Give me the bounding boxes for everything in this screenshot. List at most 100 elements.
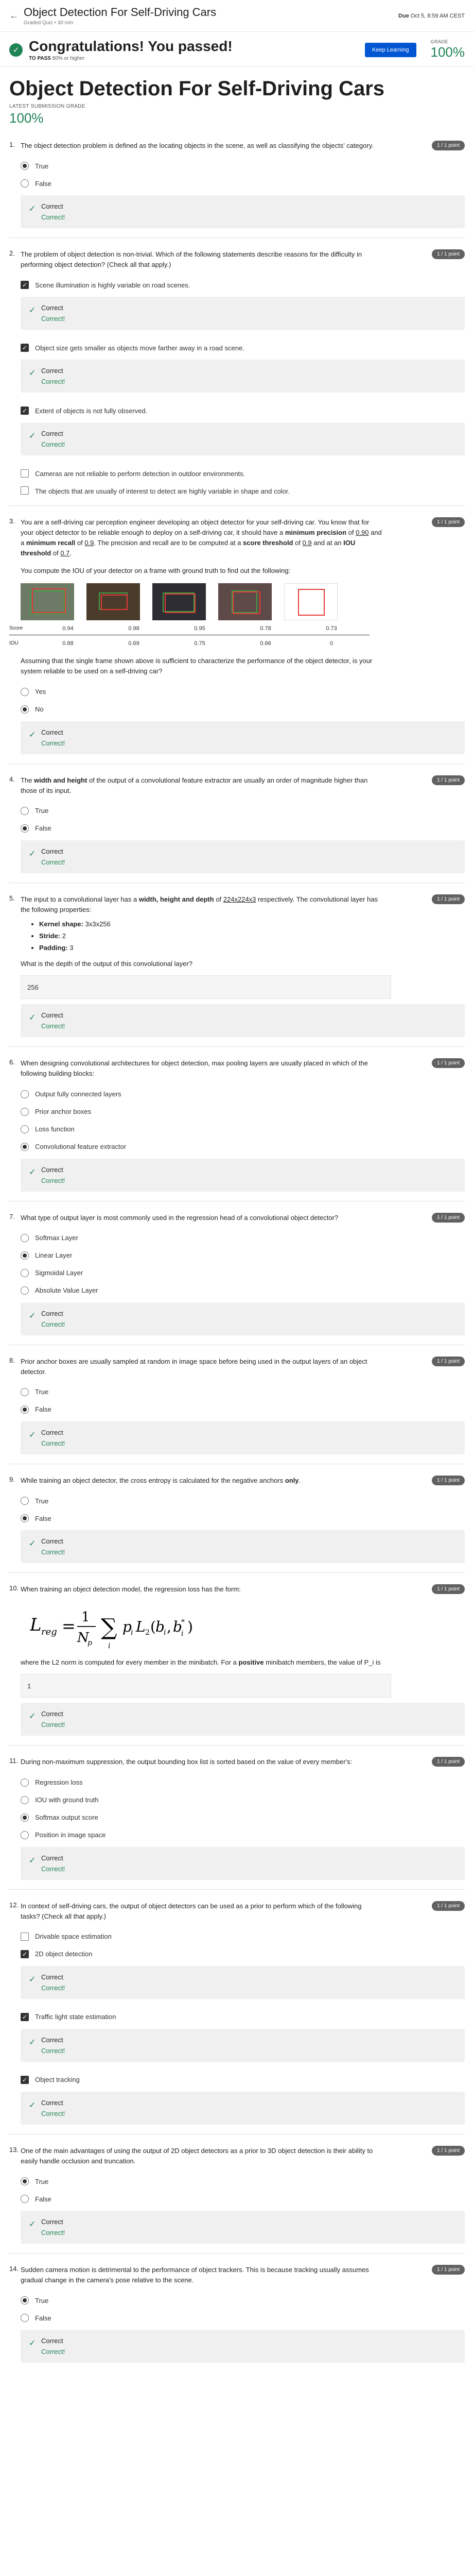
- option-true[interactable]: True: [21, 1383, 465, 1401]
- option-softmax-score[interactable]: Softmax output score: [21, 1809, 465, 1826]
- radio-selected-icon: [21, 1405, 29, 1414]
- option-2d-detection[interactable]: ✓ 2D object detection: [21, 1945, 465, 1963]
- score-table: Score 0.94 0.98 0.95 0.78 0.73: [9, 625, 337, 632]
- option-regression-loss[interactable]: Regression loss: [21, 1774, 465, 1791]
- question-11: 1 / 1 point 11. During non-maximum suppr…: [0, 1757, 474, 1880]
- svg-text:L: L: [135, 1618, 146, 1635]
- check-icon: ✓: [29, 369, 36, 378]
- option-fc-layers[interactable]: Output fully connected layers: [21, 1086, 465, 1103]
- feedback-correct: ✓ Correct Correct!: [21, 195, 465, 229]
- question-2: 1 / 1 point 2. The problem of object det…: [0, 249, 474, 505]
- radio-icon: [21, 1286, 29, 1295]
- option-object-tracking[interactable]: ✓ Object tracking: [21, 2071, 465, 2089]
- option-softmax[interactable]: Softmax Layer: [21, 1229, 465, 1247]
- option-linear[interactable]: Linear Layer: [21, 1247, 465, 1264]
- keep-learning-button[interactable]: Keep Learning: [364, 42, 416, 57]
- detection-frame-1: [21, 583, 74, 621]
- option-true[interactable]: True: [21, 2173, 465, 2190]
- option-yes[interactable]: Yes: [21, 683, 465, 701]
- feedback-correct: ✓ Correct Correct!: [21, 422, 465, 456]
- svg-text:*: *: [181, 1618, 185, 1626]
- option-false[interactable]: False: [21, 1401, 465, 1418]
- feedback-correct: ✓ Correct Correct!: [21, 1530, 465, 1564]
- svg-text:reg: reg: [41, 1626, 57, 1637]
- option-no[interactable]: No: [21, 701, 465, 718]
- loss-equation: L reg = 1 N p ∑ i p i L 2 ( b i , b * i …: [30, 1609, 193, 1650]
- feedback-correct: ✓ Correct Correct!: [21, 2028, 465, 2062]
- radio-icon: [21, 2314, 29, 2323]
- back-arrow-icon[interactable]: ←: [9, 10, 24, 21]
- option-extent[interactable]: ✓ Extent of objects is not fully observed…: [21, 402, 465, 419]
- points-badge: 1 / 1 point: [432, 1757, 465, 1767]
- conv-properties: Kernel shape: 3x3x256 Stride: 2 Padding:…: [39, 920, 382, 952]
- radio-selected-icon: [21, 824, 29, 833]
- radio-icon: [21, 1125, 29, 1133]
- checkbox-checked-icon: ✓: [21, 1950, 29, 1958]
- points-badge: 1 / 1 point: [432, 894, 465, 904]
- option-false[interactable]: False: [21, 2190, 465, 2208]
- svg-text:): ): [187, 1618, 193, 1635]
- check-icon: ✓: [29, 730, 36, 739]
- radio-icon: [21, 687, 29, 696]
- feedback-correct: ✓ Correct Correct!: [21, 1965, 465, 1999]
- option-object-size[interactable]: ✓ Object size gets smaller as objects mov…: [21, 339, 465, 357]
- option-anchor-boxes[interactable]: Prior anchor boxes: [21, 1103, 465, 1121]
- option-feature-extractor[interactable]: Convolutional feature extractor: [21, 1138, 465, 1156]
- option-true[interactable]: True: [21, 157, 465, 175]
- feedback-correct: ✓ Correct Correct!: [21, 2330, 465, 2363]
- check-icon: ✓: [29, 1167, 36, 1177]
- option-sigmoidal[interactable]: Sigmoidal Layer: [21, 1264, 465, 1282]
- option-cameras[interactable]: Cameras are not reliable to perform dete…: [21, 465, 465, 482]
- detection-images: [21, 583, 465, 621]
- points-badge: 1 / 1 point: [432, 775, 465, 785]
- radio-selected-icon: [21, 1251, 29, 1260]
- radio-icon: [21, 2195, 29, 2204]
- points-badge: 1 / 1 point: [432, 1584, 465, 1595]
- question-4: 1 / 1 point 4. The width and height of t…: [0, 775, 474, 873]
- feedback-correct: ✓ Correct Correct!: [21, 2091, 465, 2125]
- option-iou[interactable]: IOU with ground truth: [21, 1791, 465, 1809]
- svg-text:i: i: [164, 1629, 166, 1637]
- option-true[interactable]: True: [21, 2292, 465, 2309]
- option-false[interactable]: False: [21, 1510, 465, 1527]
- check-icon: ✓: [29, 2100, 36, 2110]
- option-absolute[interactable]: Absolute Value Layer: [21, 1282, 465, 1299]
- question-5: 1 / 1 point 5. The input to a convolutio…: [0, 894, 474, 1038]
- checkbox-checked-icon: ✓: [21, 344, 29, 352]
- checkbox-checked-icon: ✓: [21, 406, 29, 415]
- option-false[interactable]: False: [21, 820, 465, 837]
- option-false[interactable]: False: [21, 2309, 465, 2327]
- question-3: 1 / 1 point 3. You are a self-driving ca…: [0, 517, 474, 754]
- option-position[interactable]: Position in image space: [21, 1826, 465, 1844]
- question-1: 1 / 1 point 1. The object detection prob…: [0, 141, 474, 229]
- option-shape-color[interactable]: The objects that are usually of interest…: [21, 482, 465, 497]
- option-true[interactable]: True: [21, 1492, 465, 1510]
- svg-text:∑: ∑: [101, 1614, 117, 1640]
- answer-input[interactable]: 256: [21, 975, 391, 999]
- check-icon: ✓: [29, 1013, 36, 1023]
- option-drivable-space[interactable]: Drivable space estimation: [21, 1928, 465, 1945]
- svg-text:L: L: [30, 1615, 42, 1635]
- feedback-correct: ✓ Correct Correct!: [21, 1004, 465, 1038]
- quiz-header-title: Object Detection For Self-Driving Cars: [24, 6, 217, 19]
- answer-input[interactable]: 1: [21, 1674, 391, 1698]
- option-loss-function[interactable]: Loss function: [21, 1121, 465, 1138]
- check-icon: ✓: [29, 2339, 36, 2348]
- question-9: 1 / 1 point 9. While training an object …: [0, 1475, 474, 1564]
- radio-selected-icon: [21, 2296, 29, 2305]
- points-badge: 1 / 1 point: [432, 1212, 465, 1223]
- option-traffic-light[interactable]: ✓ Traffic light state estimation: [21, 2008, 465, 2026]
- points-badge: 1 / 1 point: [432, 141, 465, 150]
- check-icon: ✓: [29, 849, 36, 858]
- option-illumination[interactable]: ✓ Scene illumination is highly variable o…: [21, 276, 465, 294]
- radio-selected-icon: [21, 2177, 29, 2186]
- svg-text:,: ,: [167, 1618, 171, 1635]
- option-false[interactable]: False: [21, 175, 465, 192]
- due-date: Due Oct 5, 8:59 AM CEST: [398, 12, 465, 19]
- option-true[interactable]: True: [21, 802, 465, 820]
- to-pass-text: TO PASS 80% or higher: [29, 56, 85, 61]
- checkbox-checked-icon: ✓: [21, 281, 29, 290]
- radio-icon: [21, 1268, 29, 1277]
- grade-box: GRADE 100%: [430, 39, 465, 60]
- points-badge: 1 / 1 point: [432, 517, 465, 527]
